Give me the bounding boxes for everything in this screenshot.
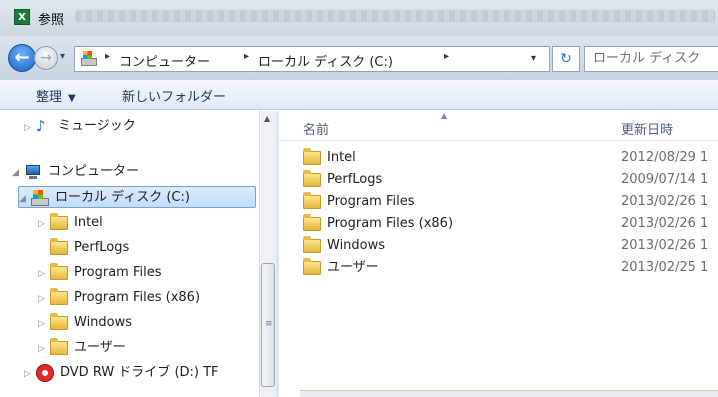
scrollbar-thumb[interactable]: ≡ (261, 263, 275, 387)
tree-item-folder[interactable]: ▷ ユーザー (38, 337, 126, 359)
dvd-drive-icon (36, 363, 54, 382)
tree-item-label: ユーザー (74, 340, 126, 355)
tree-item-folder[interactable]: ▷ Program Files (x86) (38, 287, 200, 309)
tree-item-folder[interactable]: ▷ Program Files (38, 262, 162, 284)
folder-icon (303, 191, 321, 209)
expand-arrow-icon[interactable]: ▷ (24, 363, 36, 385)
file-name: Program Files (x86) (327, 216, 454, 231)
search-input[interactable]: ローカル ディスク (584, 46, 718, 72)
file-row[interactable]: PerfLogs 2009/07/14 1 (279, 169, 718, 191)
nav-pane-scrollbar[interactable]: ▲ ≡ (259, 111, 276, 397)
command-bar: 整理 ▼ 新しいフォルダー (0, 80, 718, 110)
tree-item-label: PerfLogs (74, 240, 130, 255)
organize-label: 整理 (36, 90, 63, 105)
navigation-pane: ▷ ♪ ミュージック ◢ コンピューター ◢ ローカル ディスク (C:) ▷ Intel… (0, 111, 276, 397)
folder-icon (303, 235, 321, 253)
expand-arrow-icon[interactable]: ▷ (38, 213, 50, 235)
chevron-down-icon: ▼ (68, 93, 76, 104)
file-row[interactable]: Windows 2013/02/26 1 (279, 235, 718, 257)
tree-item-folder[interactable]: ▷ Windows (38, 312, 132, 334)
folder-icon (50, 312, 68, 330)
tree-item-folder[interactable]: ▷ Intel (38, 212, 103, 234)
tree-item-label: Program Files (x86) (74, 290, 201, 305)
sort-ascending-icon: ▲ (441, 111, 448, 120)
collapse-arrow-icon[interactable]: ◢ (12, 162, 24, 184)
tree-item-label: Windows (74, 315, 133, 330)
collapse-arrow-icon[interactable]: ◢ (19, 188, 31, 210)
file-name: Program Files (327, 194, 415, 209)
horizontal-scrollbar[interactable] (300, 390, 718, 397)
music-icon: ♪ (36, 117, 46, 135)
column-header-modified[interactable]: 更新日時 (621, 119, 673, 138)
column-header-name[interactable]: 名前 (303, 119, 329, 138)
file-row[interactable]: Program Files 2013/02/26 1 (279, 191, 718, 213)
folder-icon (50, 337, 68, 355)
file-row[interactable]: ユーザー 2013/02/25 1 (279, 257, 718, 279)
drive-icon (80, 50, 98, 68)
tree-item-dvd-drive[interactable]: ▷ DVD RW ドライブ (D:) TF (24, 362, 219, 384)
expand-arrow-icon[interactable]: ▷ (24, 117, 36, 139)
file-name: Intel (327, 150, 356, 165)
file-list: ▲ 名前 更新日時 Intel 2012/08/29 1 PerfLogs 20… (279, 111, 718, 397)
navigation-bar: ← → ▾ ▸ コンピューター ▸ ローカル ディスク (C:) ▸ ▾ ↻ ロ… (0, 36, 718, 80)
folder-icon (50, 237, 68, 255)
expand-arrow-icon[interactable]: ▷ (38, 288, 50, 310)
drive-icon (31, 189, 49, 206)
file-name: ユーザー (327, 260, 379, 275)
recent-pages-dropdown[interactable]: ▾ (60, 51, 65, 62)
file-name: Windows (327, 238, 386, 253)
tree-item-label: Program Files (74, 265, 162, 280)
folder-icon (50, 262, 68, 280)
back-button[interactable]: ← (8, 44, 36, 72)
refresh-button[interactable]: ↻ (552, 46, 580, 72)
column-header-row: ▲ 名前 更新日時 (279, 111, 718, 141)
window-title: 参照 (38, 13, 65, 28)
breadcrumb-separator[interactable]: ▸ (105, 51, 110, 62)
excel-app-icon: X (14, 9, 30, 25)
file-name: PerfLogs (327, 172, 383, 187)
folder-icon (303, 257, 321, 275)
file-date: 2013/02/26 1 (621, 238, 709, 253)
tree-item-label: ローカル ディスク (C:) (55, 190, 190, 205)
file-date: 2013/02/26 1 (621, 194, 709, 209)
breadcrumb-separator[interactable]: ▸ (244, 51, 249, 62)
tree-item-label: ミュージック (58, 118, 136, 134)
title-bar: X 参照 (0, 0, 718, 36)
breadcrumb-computer[interactable]: コンピューター (119, 51, 210, 70)
computer-icon (24, 164, 42, 179)
tree-item-local-disk[interactable]: ◢ ローカル ディスク (C:) (18, 186, 256, 208)
breadcrumb-separator[interactable]: ▸ (444, 51, 449, 62)
tree-item-folder[interactable]: PerfLogs (50, 237, 129, 259)
tree-item-label: Intel (74, 215, 103, 230)
tree-item-label: コンピューター (48, 164, 140, 179)
forward-button[interactable]: → (34, 46, 58, 70)
folder-icon (303, 169, 321, 187)
organize-button[interactable]: 整理 ▼ (36, 86, 76, 105)
scroll-up-icon[interactable]: ▲ (264, 114, 270, 123)
blurred-title-text (75, 10, 715, 22)
file-date: 2012/08/29 1 (621, 150, 709, 165)
address-bar[interactable]: ▸ コンピューター ▸ ローカル ディスク (C:) ▸ ▾ (74, 46, 550, 72)
file-row[interactable]: Intel 2012/08/29 1 (279, 147, 718, 169)
tree-item-computer[interactable]: ◢ コンピューター (12, 161, 139, 183)
folder-icon (303, 213, 321, 231)
address-dropdown-icon[interactable]: ▾ (531, 53, 536, 64)
file-date: 2009/07/14 1 (621, 172, 709, 187)
tree-item-label: DVD RW ドライブ (D:) TF (60, 365, 219, 380)
expand-arrow-icon[interactable]: ▷ (38, 338, 50, 360)
folder-icon (303, 147, 321, 165)
file-row[interactable]: Program Files (x86) 2013/02/26 1 (279, 213, 718, 235)
tree-item-music[interactable]: ▷ ♪ ミュージック (24, 115, 136, 137)
expand-arrow-icon[interactable]: ▷ (38, 263, 50, 285)
expand-arrow-icon[interactable]: ▷ (38, 313, 50, 335)
folder-icon (50, 287, 68, 305)
breadcrumb-local-disk[interactable]: ローカル ディスク (C:) (258, 51, 393, 70)
folder-icon (50, 212, 68, 230)
file-date: 2013/02/25 1 (621, 260, 709, 275)
grip-icon: ≡ (265, 319, 273, 329)
new-folder-button[interactable]: 新しいフォルダー (122, 86, 226, 105)
file-date: 2013/02/26 1 (621, 216, 709, 231)
